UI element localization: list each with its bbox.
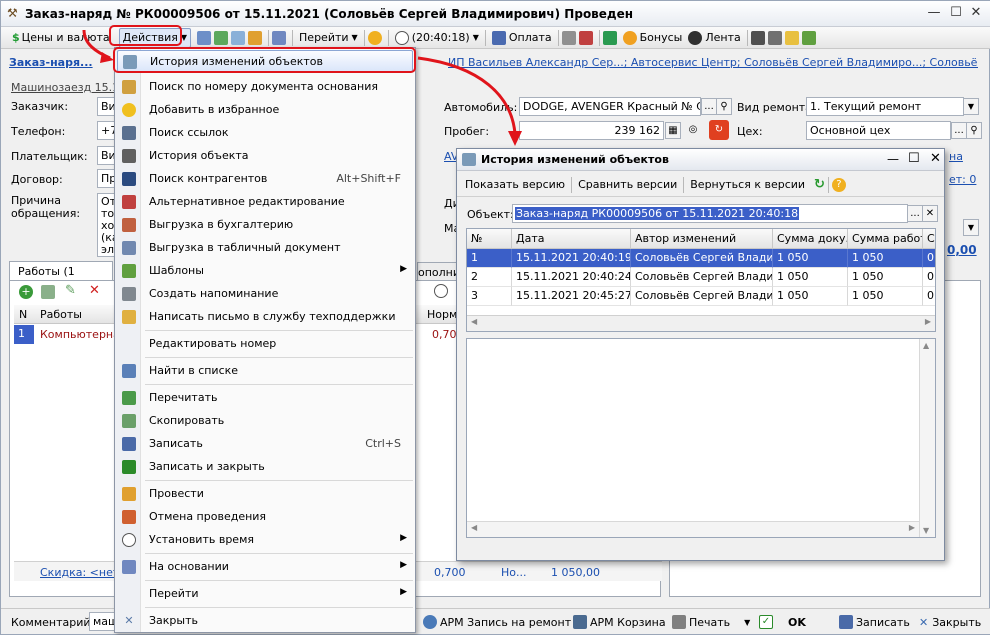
scroll-right-icon[interactable]: ▶ xyxy=(909,523,915,532)
maximize-button[interactable]: ☐ xyxy=(908,151,920,166)
cell-number: 2 xyxy=(467,268,512,287)
cell-author: Соловьёв Сергей Влади... xyxy=(631,249,773,268)
cell-date: 15.11.2021 20:40:24 xyxy=(512,268,631,287)
col-doc-sum[interactable]: Сумма доку... xyxy=(773,229,848,249)
dialog-title-bar: История изменений объектов — ☐ ✕ xyxy=(457,149,944,171)
cell-number: 1 xyxy=(467,249,512,268)
versions-table: № Дата Автор изменений Сумма доку... Сум… xyxy=(466,228,936,332)
cell-s: 0 xyxy=(923,287,935,306)
cell-author: Соловьёв Сергей Влади... xyxy=(631,287,773,306)
toolbar-separator xyxy=(683,176,685,193)
cell-date: 15.11.2021 20:40:19 xyxy=(512,249,631,268)
cell-work-sum: 1 050 xyxy=(848,287,923,306)
cell-date: 15.11.2021 20:45:27 xyxy=(512,287,631,306)
col-work-sum[interactable]: Сумма работ xyxy=(848,229,923,249)
cell-work-sum: 1 050 xyxy=(848,249,923,268)
scroll-right-icon[interactable]: ▶ xyxy=(925,317,931,326)
object-field[interactable]: Заказ-наряд РК00009506 от 15.11.2021 20:… xyxy=(512,204,908,223)
toolbar-separator xyxy=(571,176,573,193)
cell-author: Соловьёв Сергей Влади... xyxy=(631,268,773,287)
object-clear-button[interactable]: ✕ xyxy=(922,205,938,222)
table-row[interactable]: 3 15.11.2021 20:45:27 Соловьёв Сергей Вл… xyxy=(467,287,935,306)
col-number[interactable]: № xyxy=(467,229,512,249)
scroll-down-icon[interactable]: ▼ xyxy=(923,526,929,535)
scroll-left-icon[interactable]: ◀ xyxy=(471,523,477,532)
table-row[interactable]: 1 15.11.2021 20:40:19 Соловьёв Сергей Вл… xyxy=(467,249,935,268)
details-vscrollbar[interactable]: ▲ ▼ xyxy=(919,339,935,537)
dialog-title: История изменений объектов xyxy=(481,153,669,166)
col-date[interactable]: Дата xyxy=(512,229,631,249)
scroll-up-icon[interactable]: ▲ xyxy=(923,341,929,350)
help-icon[interactable]: ? xyxy=(831,177,846,192)
toolbar-separator xyxy=(827,176,829,193)
table-row[interactable]: 2 15.11.2021 20:40:24 Соловьёв Сергей Вл… xyxy=(467,268,935,287)
object-label: Объект: xyxy=(467,208,514,221)
compare-versions-button[interactable]: Сравнить версии xyxy=(575,175,680,195)
minimize-button[interactable]: — xyxy=(887,152,899,166)
cell-s: 0 xyxy=(923,249,935,268)
details-hscrollbar[interactable]: ◀ ▶ xyxy=(467,521,919,537)
cell-doc-sum: 1 050 xyxy=(773,268,848,287)
revert-version-button[interactable]: Вернуться к версии xyxy=(687,175,808,195)
history-icon xyxy=(462,153,476,166)
cell-s: 0 xyxy=(923,268,935,287)
refresh-icon[interactable]: ↻ xyxy=(814,177,825,192)
version-details-panel: ▲ ▼ ◀ ▶ xyxy=(466,338,936,538)
cell-number: 3 xyxy=(467,287,512,306)
dialog-toolbar: Показать версию Сравнить версии Вернутьс… xyxy=(457,173,944,197)
cell-doc-sum: 1 050 xyxy=(773,249,848,268)
col-author[interactable]: Автор изменений xyxy=(631,229,773,249)
scroll-left-icon[interactable]: ◀ xyxy=(471,317,477,326)
show-version-button[interactable]: Показать версию xyxy=(462,175,568,195)
close-dialog-button[interactable]: ✕ xyxy=(930,151,941,166)
table-hscrollbar[interactable]: ◀ ▶ xyxy=(467,315,935,331)
col-s[interactable]: С xyxy=(923,229,935,249)
cell-work-sum: 1 050 xyxy=(848,268,923,287)
cell-doc-sum: 1 050 xyxy=(773,287,848,306)
object-select-button[interactable]: ... xyxy=(907,205,923,222)
